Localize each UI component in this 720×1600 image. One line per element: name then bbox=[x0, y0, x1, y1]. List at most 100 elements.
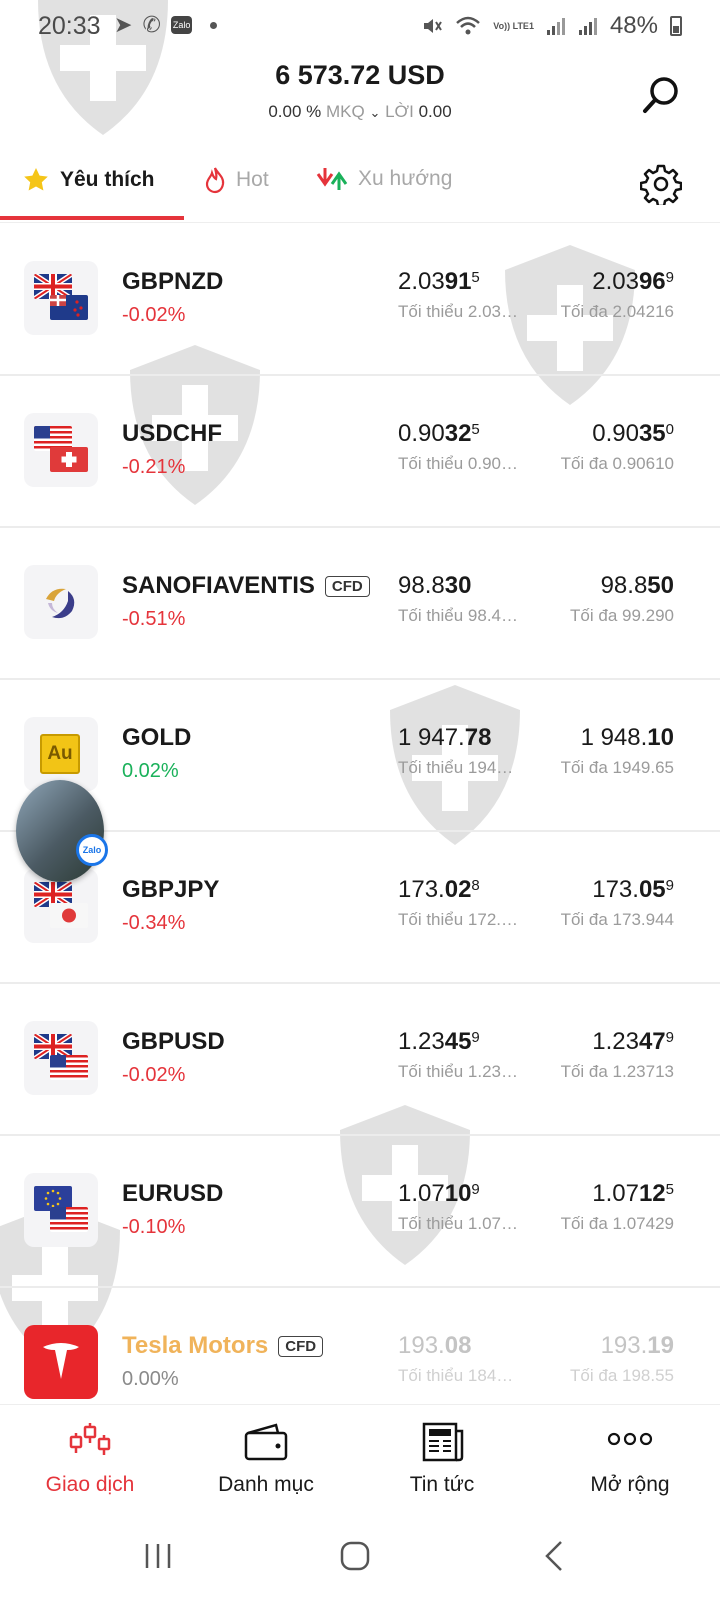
floating-chat-bubble[interactable]: Zalo bbox=[16, 780, 108, 882]
divider bbox=[0, 222, 720, 223]
wallet-icon bbox=[244, 1423, 288, 1461]
ask-price[interactable]: 2.03969 bbox=[592, 268, 674, 296]
ask-prefix: 173. bbox=[592, 876, 639, 903]
nav-news[interactable]: Tin tức bbox=[352, 1421, 532, 1497]
tab-trending[interactable]: Xu hướng bbox=[316, 166, 452, 192]
wifi-icon bbox=[456, 16, 481, 35]
bid-prefix: 98.8 bbox=[398, 572, 445, 599]
recent-apps-button[interactable] bbox=[128, 1534, 188, 1578]
candlestick-icon bbox=[69, 1423, 111, 1455]
us-ch-flags-icon bbox=[24, 413, 98, 487]
ask-pips: 47 bbox=[638, 1028, 666, 1055]
bid-prefix: 0.90 bbox=[398, 420, 445, 447]
max-price: Tối đa 2.04216 bbox=[560, 302, 674, 321]
bid-fraction: 5 bbox=[471, 269, 480, 286]
watchlist-tabs: Yêu thích Hot Xu hướng bbox=[0, 158, 620, 222]
bid-pips: 78 bbox=[464, 724, 492, 751]
bid-price[interactable]: 1.07109 bbox=[398, 1180, 480, 1208]
bid-price[interactable]: 173.028 bbox=[398, 876, 480, 904]
back-icon bbox=[545, 1541, 562, 1571]
gold-au-badge: Au bbox=[40, 734, 80, 774]
symbol-name: EURUSD bbox=[122, 1180, 223, 1208]
symbol-name: USDCHF bbox=[122, 420, 222, 448]
swiss-flag-icon bbox=[50, 447, 88, 472]
chevron-down-icon[interactable]: ⌄ bbox=[369, 105, 380, 120]
max-price: Tối đa 1.07429 bbox=[560, 1214, 674, 1233]
list-item[interactable]: Au GOLD 0.02% 1 947.78 1 948.10 Tối thiể… bbox=[0, 680, 720, 832]
price-change: -0.34% bbox=[122, 912, 186, 934]
bid-price[interactable]: 1.23459 bbox=[398, 1028, 480, 1056]
ask-prefix: 2.03 bbox=[592, 268, 639, 295]
phone-wifi-icon: ✆ bbox=[142, 12, 161, 37]
list-item[interactable]: GBPNZD -0.02% 2.03915 2.03969 Tối thiểu … bbox=[0, 224, 720, 376]
list-item[interactable]: EURUSD -0.10% 1.07109 1.07125 Tối thiểu … bbox=[0, 1136, 720, 1288]
ask-prefix: 1 948. bbox=[580, 724, 648, 751]
fire-icon bbox=[205, 167, 225, 194]
account-balance[interactable]: 6 573.72 USD bbox=[0, 60, 720, 91]
search-button[interactable] bbox=[640, 74, 682, 116]
ask-price[interactable]: 1.23479 bbox=[592, 1028, 674, 1056]
trend-arrows-icon bbox=[316, 168, 348, 190]
bid-pips: 08 bbox=[444, 1332, 472, 1359]
min-price: Tối thiểu 98.4… bbox=[398, 606, 519, 625]
bid-pips: 30 bbox=[444, 572, 472, 599]
tab-hot[interactable]: Hot bbox=[204, 166, 269, 194]
bid-price[interactable]: 1 947.78 bbox=[398, 724, 491, 752]
bid-price[interactable]: 2.03915 bbox=[398, 268, 480, 296]
telegram-icon: ➤ bbox=[114, 12, 133, 37]
nav-more[interactable]: Mở rộng bbox=[540, 1421, 720, 1497]
ask-price[interactable]: 0.90350 bbox=[592, 420, 674, 448]
ask-price[interactable]: 98.850 bbox=[601, 572, 674, 600]
tesla-logo bbox=[43, 1343, 79, 1379]
tab-label: Hot bbox=[236, 168, 269, 191]
min-price: Tối thiểu 1.23… bbox=[398, 1062, 519, 1081]
symbol-label: GOLD bbox=[122, 724, 192, 751]
settings-button[interactable] bbox=[639, 163, 683, 208]
ask-price[interactable]: 1.07125 bbox=[592, 1180, 674, 1208]
home-icon bbox=[340, 1541, 370, 1571]
nav-trade[interactable]: Giao dịch bbox=[0, 1421, 180, 1497]
bid-price[interactable]: 98.830 bbox=[398, 572, 471, 600]
price-change: 0.00% bbox=[122, 1368, 179, 1390]
ask-prefix: 193. bbox=[600, 1332, 648, 1359]
min-price: Tối thiểu 172.… bbox=[398, 910, 519, 929]
home-button[interactable] bbox=[325, 1534, 385, 1578]
cfd-badge: CFD bbox=[324, 575, 370, 597]
symbol-name: GOLD bbox=[122, 724, 191, 752]
bid-price[interactable]: 0.90325 bbox=[398, 420, 480, 448]
ask-price[interactable]: 173.059 bbox=[592, 876, 674, 904]
japan-flag-icon bbox=[50, 903, 88, 928]
list-item[interactable]: USDCHF -0.21% 0.90325 0.90350 Tối thiểu … bbox=[0, 376, 720, 528]
battery-icon bbox=[670, 16, 682, 36]
battery-percent: 48% bbox=[609, 12, 658, 39]
ask-fraction: 9 bbox=[665, 877, 674, 894]
symbol-label: GBPJPY bbox=[122, 876, 220, 903]
ask-price[interactable]: 1 948.10 bbox=[581, 724, 674, 752]
clock: 20:33 bbox=[38, 12, 101, 40]
status-bar: 20:33 ➤ ✆ Zalo Vo)) LTE1 48% bbox=[0, 0, 720, 52]
list-item[interactable]: SANOFIAVENTIS CFD -0.51% 98.830 98.850 Tố… bbox=[0, 528, 720, 680]
ask-fraction: 9 bbox=[665, 269, 674, 286]
tab-favorites[interactable]: Yêu thích bbox=[22, 166, 155, 194]
min-price: Tối thiểu 0.90… bbox=[398, 454, 519, 473]
nav-label: Giao dịch bbox=[45, 1473, 135, 1496]
list-item[interactable]: GBPUSD -0.02% 1.23459 1.23479 Tối thiểu … bbox=[0, 984, 720, 1136]
price-change: -0.02% bbox=[122, 1064, 186, 1086]
bid-pips: 91 bbox=[444, 268, 472, 295]
nav-portfolio[interactable]: Danh mục bbox=[176, 1421, 356, 1497]
tesla-logo-icon bbox=[24, 1325, 98, 1399]
list-item[interactable]: GBPJPY -0.34% 173.028 173.059 Tối thiểu … bbox=[0, 832, 720, 984]
ask-price[interactable]: 193.19 bbox=[601, 1332, 674, 1360]
symbol-name: SANOFIAVENTIS CFD bbox=[122, 572, 370, 600]
back-button[interactable] bbox=[524, 1534, 584, 1578]
cfd-badge: CFD bbox=[278, 1335, 324, 1357]
price-change: -0.02% bbox=[122, 304, 186, 326]
notification-dot-icon bbox=[210, 21, 218, 29]
change-percent: 0.00 % bbox=[268, 102, 322, 121]
symbol-label: Tesla Motors bbox=[122, 1332, 269, 1359]
gear-icon bbox=[639, 164, 683, 208]
ask-fraction: 5 bbox=[665, 1181, 674, 1198]
bid-price[interactable]: 193.08 bbox=[398, 1332, 471, 1360]
ask-pips: 35 bbox=[638, 420, 666, 447]
system-navigation-bar bbox=[0, 1514, 720, 1600]
